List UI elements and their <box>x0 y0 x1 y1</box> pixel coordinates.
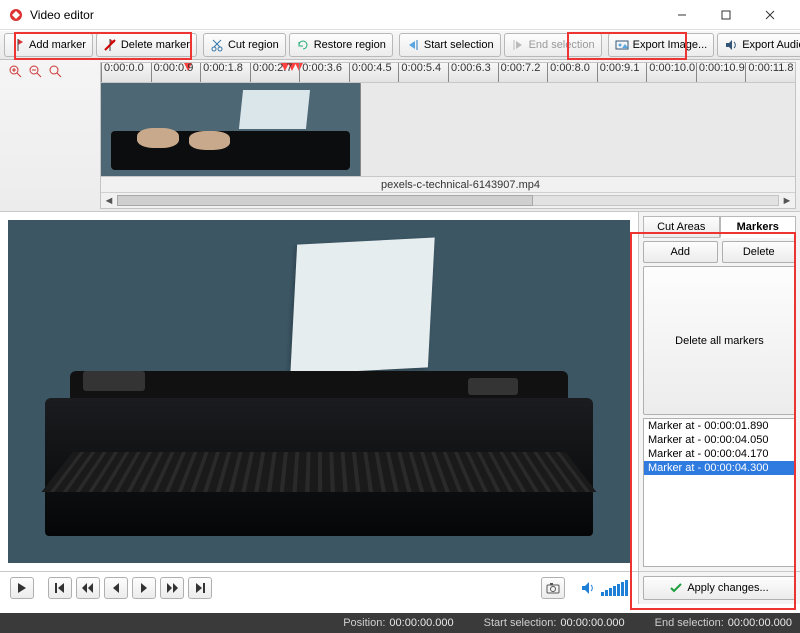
zoom-in-icon[interactable] <box>8 64 22 78</box>
ruler-tick: 0:00:0.0 <box>101 63 144 82</box>
export-image-icon <box>615 38 629 52</box>
ruler-tick: 0:00:2.7 <box>250 63 293 82</box>
status-bar: Position:00:00:00.000 Start selection:00… <box>0 613 800 633</box>
start-selection-label: Start selection <box>424 39 494 51</box>
video-preview[interactable] <box>8 220 630 563</box>
tab-markers[interactable]: Markers <box>720 216 797 238</box>
maximize-button[interactable] <box>704 1 748 29</box>
zoom-fit-icon[interactable] <box>48 64 62 78</box>
timeline: 0:00:0.0 0:00:0.9 0:00:1.8 0:00:2.7 0:00:3.6… <box>0 60 800 212</box>
play-button[interactable] <box>10 577 34 599</box>
titlebar: Video editor <box>0 0 800 30</box>
snapshot-button[interactable] <box>541 577 565 599</box>
marker-add-button[interactable]: Add <box>643 241 718 263</box>
scissors-icon <box>210 38 224 52</box>
ruler-tick: 0:00:10.9 <box>696 63 745 82</box>
ruler-tick: 0:00:1.8 <box>200 63 243 82</box>
marker-delete-button[interactable]: Delete <box>722 241 797 263</box>
volume-icon[interactable] <box>581 581 597 595</box>
tab-cut-areas[interactable]: Cut Areas <box>643 216 720 238</box>
ruler-tick: 0:00:8.0 <box>547 63 590 82</box>
goto-end-button[interactable] <box>188 577 212 599</box>
marker-list-item[interactable]: Marker at - 00:00:04.170 <box>644 447 795 461</box>
export-audio-label: Export Audio... <box>742 39 800 51</box>
restore-icon <box>296 38 310 52</box>
status-position-label: Position: <box>343 617 385 629</box>
scroll-thumb[interactable] <box>117 195 533 206</box>
timeline-ruler[interactable]: 0:00:0.0 0:00:0.9 0:00:1.8 0:00:2.7 0:00:3.6… <box>101 63 795 83</box>
export-image-button[interactable]: Export Image... <box>608 33 715 57</box>
scroll-left-icon[interactable]: ◄ <box>101 193 117 208</box>
status-end-label: End selection: <box>655 617 724 629</box>
ruler-tick: 0:00:6.3 <box>448 63 491 82</box>
side-panel: Cut Areas Markers Add Delete Delete all … <box>638 212 800 571</box>
restore-region-button[interactable]: Restore region <box>289 33 393 57</box>
minimize-button[interactable] <box>660 1 704 29</box>
scroll-right-icon[interactable]: ► <box>779 193 795 208</box>
goto-start-button[interactable] <box>48 577 72 599</box>
ruler-tick: 0:00:4.5 <box>349 63 392 82</box>
end-selection-label: End selection <box>529 39 595 51</box>
ruler-tick: 0:00:9.1 <box>597 63 640 82</box>
export-audio-button[interactable]: Export Audio... <box>717 33 800 57</box>
timeline-scrollbar[interactable]: ◄ ► <box>101 192 795 208</box>
volume-level[interactable] <box>601 580 628 596</box>
marker-list-item[interactable]: Marker at - 00:00:04.300 <box>644 461 795 475</box>
rewind-button[interactable] <box>76 577 100 599</box>
app-icon <box>8 7 24 23</box>
fast-forward-button[interactable] <box>160 577 184 599</box>
marker-list-item[interactable]: Marker at - 00:00:04.050 <box>644 433 795 447</box>
toolbar: Add marker Delete marker Cut region Rest… <box>0 30 800 60</box>
restore-region-label: Restore region <box>314 39 386 51</box>
close-button[interactable] <box>748 1 792 29</box>
status-start-label: Start selection: <box>484 617 557 629</box>
status-end-value: 00:00:00.000 <box>728 617 792 629</box>
clip-thumbnail[interactable] <box>101 83 361 176</box>
add-marker-label: Add marker <box>29 39 86 51</box>
status-start-value: 00:00:00.000 <box>560 617 624 629</box>
zoom-out-icon[interactable] <box>28 64 42 78</box>
delete-marker-button[interactable]: Delete marker <box>96 33 197 57</box>
ruler-tick: 0:00:11.8 <box>745 63 793 82</box>
export-audio-icon <box>724 38 738 52</box>
marker-list-item[interactable]: Marker at - 00:00:01.890 <box>644 419 795 433</box>
clip-filename: pexels-c-technical-6143907.mp4 <box>381 179 540 191</box>
ruler-tick: 0:00:10.0 <box>646 63 695 82</box>
ruler-tick: 0:00:0.9 <box>151 63 194 82</box>
ruler-tick: 0:00:7.2 <box>498 63 541 82</box>
add-marker-icon <box>11 38 25 52</box>
export-image-label: Export Image... <box>633 39 708 51</box>
timeline-tracks[interactable] <box>101 83 795 176</box>
check-icon <box>670 582 682 594</box>
step-back-button[interactable] <box>104 577 128 599</box>
marker-list[interactable]: Marker at - 00:00:01.890Marker at - 00:0… <box>643 418 796 567</box>
cut-region-label: Cut region <box>228 39 279 51</box>
apply-changes-button[interactable]: Apply changes... <box>643 576 796 600</box>
start-selection-icon <box>406 38 420 52</box>
status-position-value: 00:00:00.000 <box>389 617 453 629</box>
add-marker-button[interactable]: Add marker <box>4 33 93 57</box>
step-forward-button[interactable] <box>132 577 156 599</box>
start-selection-button[interactable]: Start selection <box>399 33 501 57</box>
delete-marker-label: Delete marker <box>121 39 190 51</box>
end-selection-icon <box>511 38 525 52</box>
window-title: Video editor <box>30 8 660 22</box>
delete-all-markers-button[interactable]: Delete all markers <box>643 266 796 415</box>
delete-marker-icon <box>103 38 117 52</box>
ruler-tick: 0:00:3.6 <box>299 63 342 82</box>
playback-bar <box>0 572 638 604</box>
end-selection-button[interactable]: End selection <box>504 33 602 57</box>
ruler-tick: 0:00:5.4 <box>398 63 441 82</box>
cut-region-button[interactable]: Cut region <box>203 33 286 57</box>
